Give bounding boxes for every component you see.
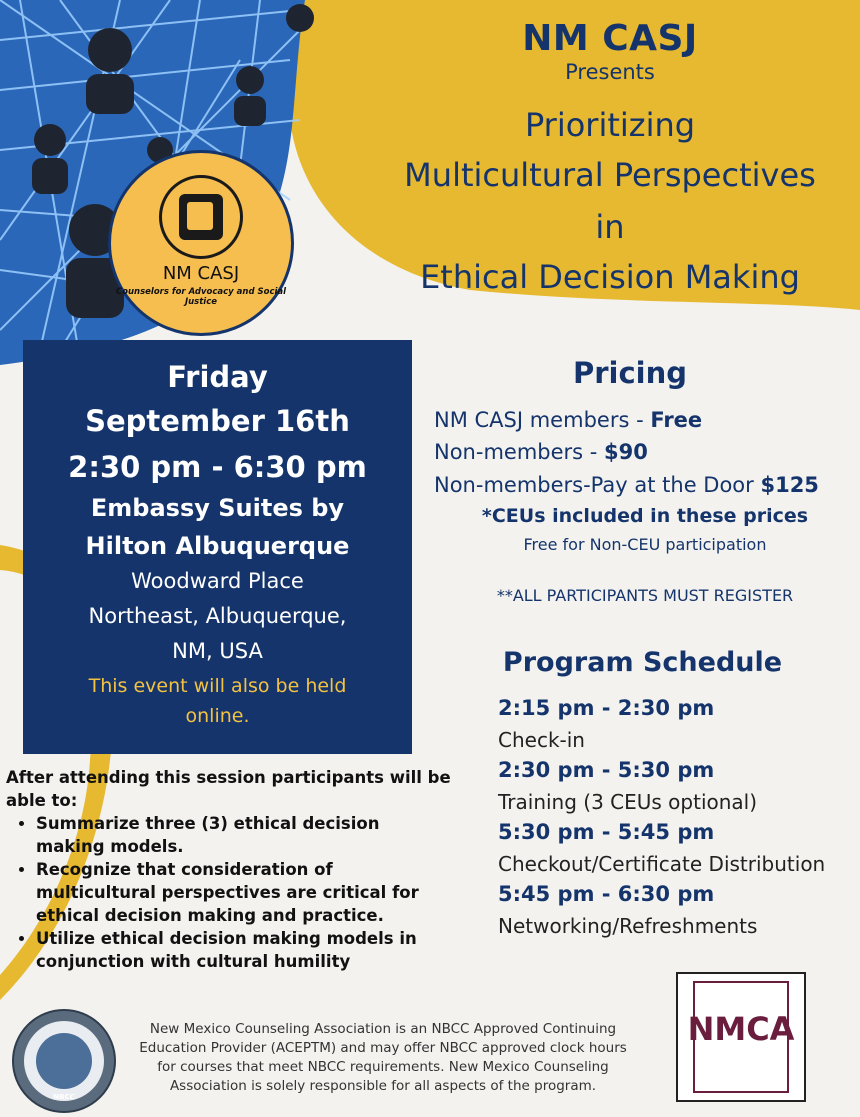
nbcc-disclaimer: New Mexico Counseling Association is an … bbox=[139, 1021, 627, 1094]
price-members: NM CASJ members - Free bbox=[434, 408, 702, 432]
event-title-line-3: in bbox=[595, 208, 625, 246]
event-title-line-4: Ethical Decision Making bbox=[420, 258, 800, 296]
price-nonmembers-value: $90 bbox=[604, 440, 648, 464]
schedule-time-4: 5:45 pm - 6:30 pm bbox=[498, 882, 715, 906]
non-ceu-note: Free for Non-CEU participation bbox=[523, 535, 767, 554]
pricing-title: Pricing bbox=[572, 356, 688, 390]
logo-subtitle: Counselors for Advocacy and Social Justi… bbox=[115, 287, 287, 307]
schedule-time-3: 5:30 pm - 5:45 pm bbox=[498, 820, 715, 844]
objective-item: Utilize ethical decision making models i… bbox=[36, 927, 451, 973]
online-note-line-1: This event will also be held bbox=[88, 675, 347, 697]
event-title-line-2: Multicultural Perspectives bbox=[404, 156, 816, 194]
address-line-2: Northeast, Albuquerque, bbox=[88, 604, 347, 628]
globe-icon bbox=[36, 1033, 92, 1089]
event-details-box: Friday September 16th 2:30 pm - 6:30 pm … bbox=[23, 340, 412, 754]
seal-bottom-text: NBCC bbox=[53, 1093, 75, 1101]
event-date: September 16th bbox=[85, 404, 350, 438]
event-title-line-1: Prioritizing bbox=[524, 106, 696, 144]
objectives-intro: After attending this session participant… bbox=[6, 768, 451, 810]
logo-name: NM CASJ bbox=[162, 263, 240, 284]
venue-line-1: Embassy Suites by bbox=[90, 494, 345, 522]
schedule-activity-2: Training (3 CEUs optional) bbox=[498, 790, 758, 814]
address-line-1: Woodward Place bbox=[131, 569, 304, 593]
organization-name: NM CASJ bbox=[522, 18, 698, 59]
price-nonmembers: Non-members - $90 bbox=[434, 440, 648, 464]
online-note-line-2: online. bbox=[185, 705, 250, 727]
objective-item: Recognize that consideration of multicul… bbox=[36, 858, 451, 927]
price-members-value: Free bbox=[650, 408, 703, 432]
new-mexico-state-icon bbox=[159, 175, 243, 259]
nbcc-approved-provider-seal: NBCC bbox=[12, 1009, 116, 1113]
schedule-time-2: 2:30 pm - 5:30 pm bbox=[498, 758, 715, 782]
price-members-label: NM CASJ members - bbox=[434, 408, 651, 432]
price-door-value: $125 bbox=[760, 473, 819, 497]
venue-line-2: Hilton Albuquerque bbox=[85, 532, 350, 560]
schedule-time-1: 2:15 pm - 2:30 pm bbox=[498, 696, 715, 720]
nmca-logo: NMCA bbox=[676, 972, 806, 1102]
nmcasj-logo: NM CASJ Counselors for Advocacy and Soci… bbox=[108, 150, 294, 336]
schedule-title: Program Schedule bbox=[502, 647, 783, 678]
price-nonmembers-label: Non-members - bbox=[434, 440, 605, 464]
presents-label: Presents bbox=[565, 60, 655, 84]
register-note: **ALL PARTICIPANTS MUST REGISTER bbox=[496, 586, 794, 605]
event-time: 2:30 pm - 6:30 pm bbox=[68, 450, 367, 484]
nmca-logo-text: NMCA bbox=[687, 1010, 795, 1048]
objective-item: Summarize three (3) ethical decision mak… bbox=[36, 812, 451, 858]
learning-objectives: After attending this session participant… bbox=[6, 766, 451, 973]
address-line-3: NM, USA bbox=[172, 639, 263, 663]
schedule-activity-3: Checkout/Certificate Distribution bbox=[498, 852, 826, 876]
price-door-label: Non-members-Pay at the Door bbox=[434, 473, 761, 497]
schedule-activity-4: Networking/Refreshments bbox=[498, 914, 758, 938]
schedule-activity-1: Check-in bbox=[498, 728, 585, 752]
ceu-note: *CEUs included in these prices bbox=[481, 505, 809, 527]
price-door: Non-members-Pay at the Door $125 bbox=[434, 473, 819, 497]
event-day: Friday bbox=[167, 360, 268, 394]
